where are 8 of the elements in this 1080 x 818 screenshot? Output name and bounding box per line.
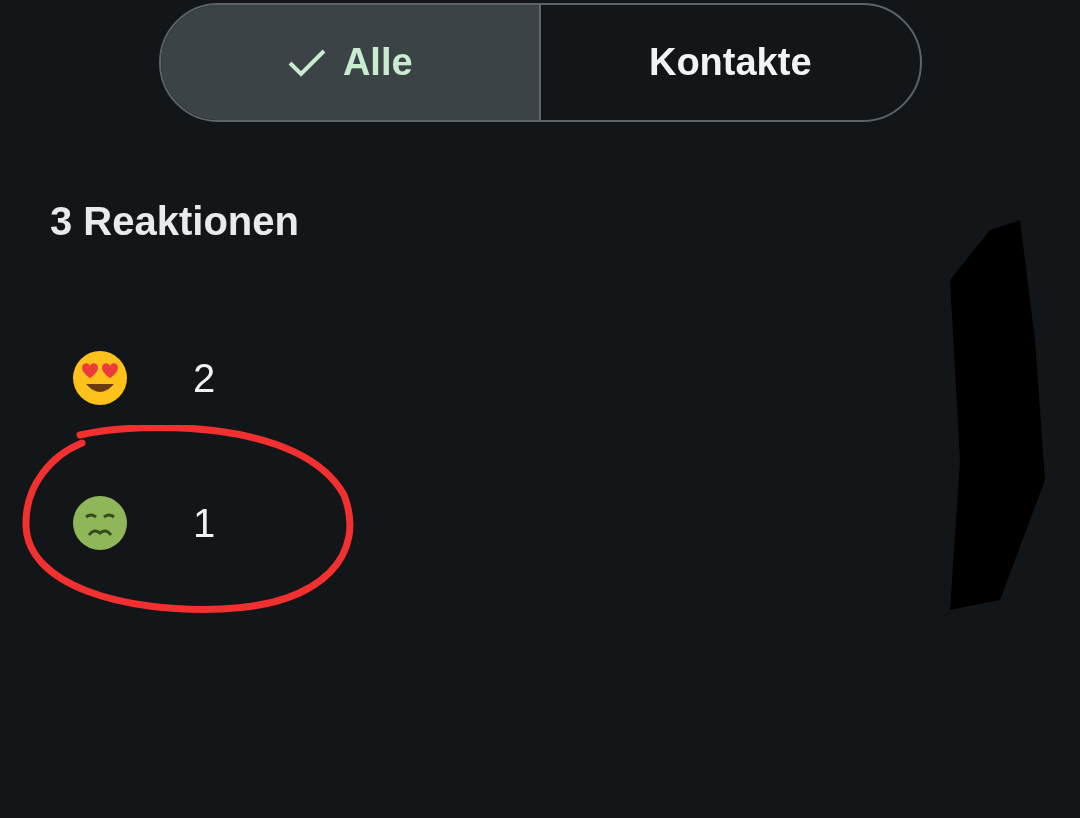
- reactions-heading: 3 Reaktionen: [50, 198, 299, 245]
- filter-tab[interactable]: Alle: [160, 5, 539, 120]
- filter-tab[interactable]: Kontakte: [539, 5, 920, 120]
- check-icon: [286, 47, 327, 78]
- reaction-count: 1: [193, 499, 216, 547]
- reaction-count: 2: [193, 354, 216, 402]
- heart-eyes-emoji-icon: [72, 349, 128, 406]
- nauseated-emoji-icon: [72, 494, 128, 551]
